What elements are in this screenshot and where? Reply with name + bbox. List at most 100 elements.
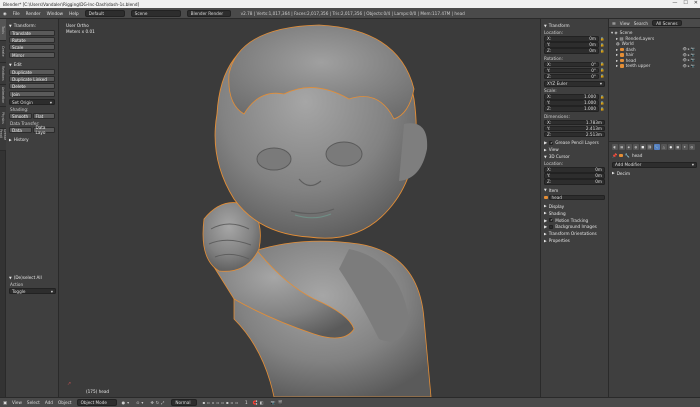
location-z-field[interactable]: Z: 0m (544, 48, 599, 54)
editor-type-icon[interactable]: ▣ (3, 400, 7, 405)
menu-add[interactable]: Add (45, 400, 53, 405)
scale-x-field[interactable]: X: 1.000 (544, 94, 599, 100)
lock-icon[interactable]: 🔓 (600, 68, 605, 74)
panel-display-header[interactable]: ▶ Display (544, 204, 605, 209)
render-tab-icon[interactable]: ◐ (612, 144, 618, 150)
data-button[interactable]: Data (9, 127, 32, 133)
grease-pencil-layers-panel[interactable]: ▶ Grease Pencil Layers (544, 140, 605, 145)
scene-tab-icon[interactable]: ◈ (626, 144, 632, 150)
action-select[interactable]: Toggle ▾ (9, 288, 56, 294)
outliner-view-menu[interactable]: View (620, 21, 630, 26)
outliner-item-teeth-upper[interactable]: ▸ teeth upper 👁▸📷 (611, 63, 698, 69)
menu-select[interactable]: Select (27, 400, 40, 405)
cursor-z-field[interactable]: Z: 0m (544, 179, 605, 185)
minimize-button[interactable]: — (672, 0, 677, 6)
lock-icon[interactable]: 🔓 (600, 62, 605, 68)
texture-tab-icon[interactable]: ▦ (675, 144, 681, 150)
add-modifier-select[interactable]: Add Modifier ▾ (612, 161, 697, 168)
menu-file[interactable]: File (13, 11, 20, 16)
rotation-y-field[interactable]: Y: 0° (544, 67, 599, 73)
panel-history-header[interactable]: ▶ History (9, 137, 55, 142)
background-images-checkbox[interactable] (549, 224, 554, 229)
lock-icon[interactable]: 🔓 (600, 100, 605, 106)
outliner-search-menu[interactable]: Search (634, 21, 648, 26)
item-name-field[interactable]: head (548, 194, 605, 200)
panel-view-header[interactable]: ▶ View (544, 147, 605, 152)
close-button[interactable]: ✕ (694, 0, 698, 6)
3d-viewport[interactable]: User Ortho Meters x 0.01 ↗ (175) head (59, 19, 540, 397)
lock-icon[interactable]: 🔓 (600, 106, 605, 112)
character-model[interactable] (59, 19, 540, 397)
outliner-editor-icon[interactable]: ☰ (612, 21, 616, 26)
scale-button[interactable]: Scale (9, 44, 55, 50)
menu-render[interactable]: Render (26, 11, 41, 16)
rotation-x-field[interactable]: X: 0° (544, 61, 599, 67)
panel-3d-cursor-header[interactable]: ▼ 3D Cursor (544, 154, 605, 159)
panel-transform-header[interactable]: ▼ Transform (544, 23, 605, 28)
menu-view[interactable]: View (12, 400, 22, 405)
menu-object[interactable]: Object (58, 400, 72, 405)
outliner-display-mode-select[interactable]: All Scenes (652, 20, 682, 26)
panel-operator-header[interactable]: ▼ (De)select All (9, 275, 56, 280)
panel-shading-header[interactable]: ▶ Shading (544, 211, 605, 216)
join-button[interactable]: Join (9, 91, 55, 97)
dimensions-z-field[interactable]: Z: 2.513m (544, 131, 605, 137)
snap-icon[interactable]: 🧲◧ (253, 400, 266, 405)
object-tab-icon[interactable]: ■ (640, 144, 646, 150)
panel-item-header[interactable]: ▼ Item (544, 188, 605, 193)
material-tab-icon[interactable]: ● (668, 144, 674, 150)
set-origin-select[interactable]: Set Origin ▾ (9, 99, 55, 105)
shading-mode-icon[interactable]: ●▾ (122, 400, 132, 405)
data-layout-button[interactable]: Data Layo (32, 125, 55, 135)
panel-edit-header[interactable]: ▼ Edit (9, 62, 55, 67)
constraints-tab-icon[interactable]: ⛓ (647, 144, 653, 150)
lock-icon[interactable]: 🔓 (600, 74, 605, 80)
rotation-mode-select[interactable]: XYZ Euler ▾ (544, 80, 605, 87)
lock-icon[interactable]: 🔓 (600, 48, 605, 54)
duplicate-button[interactable]: Duplicate (9, 69, 55, 75)
cursor-y-field[interactable]: Y: 0m (544, 173, 605, 179)
render-preview-icon[interactable]: 📷🎬 (270, 400, 284, 405)
visibility-icons[interactable]: 👁▸📷 (682, 64, 696, 68)
location-x-field[interactable]: X: 0m (544, 36, 599, 42)
visibility-icons[interactable]: 👁▸📷 (682, 47, 696, 51)
motion-tracking-checkbox[interactable] (549, 218, 554, 222)
render-engine-select[interactable]: Blender Render (186, 9, 231, 17)
scale-z-field[interactable]: Z: 1.000 (544, 106, 599, 112)
delete-button[interactable]: Delete (9, 83, 55, 89)
location-y-field[interactable]: Y: 0m (544, 42, 599, 48)
layers-icons[interactable]: ▪▫▫▫▫▪▫▫ (202, 400, 240, 405)
world-tab-icon[interactable]: ◍ (633, 144, 639, 150)
motion-tracking-panel[interactable]: ▶ Motion Tracking (544, 218, 605, 223)
visibility-icons[interactable]: 👁▸📷 (682, 58, 696, 62)
pin-icon[interactable]: 📌 (612, 153, 617, 159)
mirror-button[interactable]: Mirror (9, 52, 55, 58)
dimensions-x-field[interactable]: X: 1.783m (544, 119, 605, 125)
lock-icon[interactable]: 🔓 (600, 42, 605, 48)
physics-tab-icon[interactable]: ◎ (689, 144, 695, 150)
transform-orientation-select[interactable]: Normal (171, 399, 198, 406)
layers-tab-icon[interactable]: ▤ (619, 144, 625, 150)
maximize-button[interactable]: ☐ (683, 0, 687, 6)
flat-button[interactable]: Flat (32, 113, 55, 119)
lock-icon[interactable]: 🔓 (600, 36, 605, 42)
menu-window[interactable]: Window (47, 11, 64, 16)
blender-logo-icon[interactable]: ◉ (3, 11, 7, 16)
lock-icon[interactable]: 🔓 (600, 94, 605, 100)
background-images-panel[interactable]: ▶ Background Images (544, 224, 605, 229)
translate-button[interactable]: Translate (9, 30, 55, 36)
modifier-decimate-header[interactable]: ▶ Decim (612, 171, 697, 176)
panel-transform-header[interactable]: ▼ Transform: (9, 23, 55, 28)
screen-layout-select[interactable]: Default (84, 9, 125, 17)
panel-properties-header[interactable]: ▶ Properties (544, 238, 605, 243)
menu-help[interactable]: Help (69, 11, 79, 16)
manipulator-icons[interactable]: ✥↻⤢ (150, 400, 166, 405)
panel-transform-orientations-header[interactable]: ▶ Transform Orientations (544, 231, 605, 236)
scene-select[interactable]: Scene (130, 9, 181, 17)
dimensions-y-field[interactable]: Y: 2.413m (544, 125, 605, 131)
particles-tab-icon[interactable]: ✦ (682, 144, 688, 150)
modifiers-tab-icon[interactable]: 🔧 (654, 144, 660, 150)
interaction-mode-select[interactable]: Object Mode (76, 399, 117, 406)
cursor-x-field[interactable]: X: 0m (544, 167, 605, 173)
smooth-button[interactable]: Smooth (9, 113, 32, 119)
